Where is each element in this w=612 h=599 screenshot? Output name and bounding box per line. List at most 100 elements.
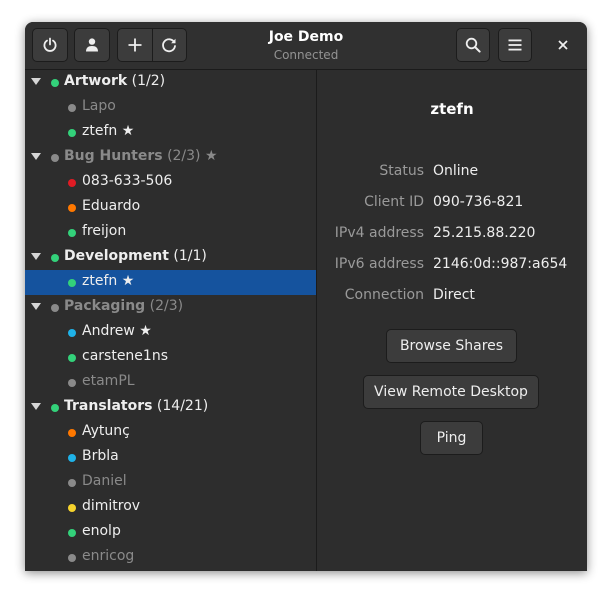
peer-status-dot	[68, 129, 76, 137]
network-status-dot	[51, 304, 59, 312]
peer-name: Eduardo	[82, 198, 141, 214]
peer-row[interactable]: Eduardo	[25, 195, 316, 220]
search-icon	[465, 37, 481, 53]
ping-button[interactable]: Ping	[420, 421, 483, 455]
peer-status-dot	[68, 354, 76, 362]
peer-row[interactable]: ztefn ★	[25, 270, 316, 295]
peer-row[interactable]: enricog	[25, 545, 316, 570]
view-remote-desktop-button[interactable]: View Remote Desktop	[363, 375, 539, 409]
hamburger-menu-icon	[508, 39, 522, 51]
power-button[interactable]	[32, 28, 68, 62]
peer-status-dot	[68, 179, 76, 187]
ipv6-address-label: IPv6 address	[334, 256, 424, 272]
refresh-icon	[162, 38, 177, 53]
peer-row[interactable]: carstene1ns	[25, 345, 316, 370]
peer-status-dot	[68, 204, 76, 212]
peer-row[interactable]: Aytunç	[25, 420, 316, 445]
peer-row[interactable]: Andrew ★	[25, 320, 316, 345]
network-row[interactable]: Packaging (2/3)	[25, 295, 316, 320]
connection-label: Connection	[344, 287, 424, 303]
peer-name: Brbla	[82, 448, 119, 464]
network-status-dot	[51, 404, 59, 412]
peer-row[interactable]: Lapo	[25, 95, 316, 120]
peer-row[interactable]: enolp	[25, 520, 316, 545]
peer-name: etamPL	[82, 373, 135, 389]
network-actions-group	[117, 28, 187, 62]
peer-status-dot	[68, 454, 76, 462]
close-icon	[558, 40, 568, 50]
ipv6-address-value: 2146:0d::987:a654	[433, 256, 568, 272]
network-member-count: (1/2)	[131, 73, 166, 89]
peer-name: freijon	[82, 223, 127, 239]
status-label: Status	[379, 163, 424, 179]
network-status-dot	[51, 79, 59, 87]
peer-row[interactable]: dimitrov	[25, 495, 316, 520]
peer-status-dot	[68, 279, 76, 287]
status-value: Online	[433, 163, 479, 179]
peer-name: Aytunç	[82, 423, 130, 439]
expander-arrow-icon[interactable]	[31, 78, 41, 85]
network-member-count: (1/1)	[173, 248, 207, 264]
expander-arrow-icon[interactable]	[31, 403, 41, 410]
peer-row[interactable]: Brbla	[25, 445, 316, 470]
peer-status-dot	[68, 104, 76, 112]
network-member-count: (2/3) ★	[167, 148, 218, 164]
network-name: Development	[64, 248, 169, 264]
network-list: Artwork (1/2) Lapo ztefn ★ Bug Hunters (2/3…	[25, 70, 316, 571]
network-row[interactable]: Development (1/1)	[25, 245, 316, 270]
network-name: Bug Hunters	[64, 148, 163, 164]
network-member-count: (14/21)	[156, 398, 209, 414]
network-row[interactable]: Artwork (1/2)	[25, 70, 316, 95]
peer-name: 083-633-506	[82, 173, 173, 189]
network-label: Artwork (1/2)	[64, 73, 165, 89]
peer-name: ztefn ★	[82, 273, 135, 289]
network-row[interactable]: Bug Hunters (2/3) ★	[25, 145, 316, 170]
peer-status-dot	[68, 529, 76, 537]
peer-name: enricog	[82, 548, 135, 564]
close-button[interactable]	[547, 29, 579, 61]
refresh-button[interactable]	[151, 29, 187, 61]
peer-name: Andrew ★	[82, 323, 152, 339]
expander-arrow-icon[interactable]	[31, 153, 41, 160]
peer-row[interactable]: 083-633-506	[25, 170, 316, 195]
network-name: Artwork	[64, 73, 128, 89]
peer-row[interactable]: freijon	[25, 220, 316, 245]
expander-arrow-icon[interactable]	[31, 303, 41, 310]
peer-status-dot	[68, 429, 76, 437]
peer-status-dot	[68, 229, 76, 237]
network-name: Translators	[64, 398, 153, 414]
peer-status-dot	[68, 504, 76, 512]
peer-name: dimitrov	[82, 498, 141, 514]
app-window: Joe Demo Connected Artwork (1/2) Lapo ztef…	[25, 22, 587, 571]
network-label: Translators (14/21)	[64, 398, 208, 414]
peer-name: carstene1ns	[82, 348, 168, 364]
peer-status-dot	[68, 554, 76, 562]
peer-row[interactable]: ztefn ★	[25, 120, 316, 145]
peer-name: Daniel	[82, 473, 127, 489]
plus-icon	[128, 38, 142, 52]
user-icon	[86, 38, 98, 52]
search-button[interactable]	[456, 28, 490, 62]
main-menu-button[interactable]	[498, 28, 532, 62]
peer-status-dot	[68, 329, 76, 337]
peer-row[interactable]: Daniel	[25, 470, 316, 495]
header-bar: Joe Demo Connected	[25, 22, 587, 70]
network-label: Development (1/1)	[64, 248, 207, 264]
network-name: Packaging	[64, 298, 146, 314]
peer-row[interactable]: etamPL	[25, 370, 316, 395]
power-icon	[43, 37, 57, 52]
browse-shares-button[interactable]: Browse Shares	[386, 329, 517, 363]
peer-name-heading: ztefn	[430, 100, 474, 118]
peer-status-dot	[68, 379, 76, 387]
connection-value: Direct	[433, 287, 475, 303]
account-button[interactable]	[74, 28, 110, 62]
network-member-count: (2/3)	[149, 298, 184, 314]
peer-status-dot	[68, 479, 76, 487]
add-network-button[interactable]	[118, 29, 152, 61]
expander-arrow-icon[interactable]	[31, 253, 41, 260]
network-label: Packaging (2/3)	[64, 298, 183, 314]
ipv4-address-label: IPv4 address	[334, 225, 424, 241]
network-status-dot	[51, 154, 59, 162]
peer-details-pane: ztefn Status Online Client ID 090-736-82…	[317, 70, 587, 571]
network-row[interactable]: Translators (14/21)	[25, 395, 316, 420]
